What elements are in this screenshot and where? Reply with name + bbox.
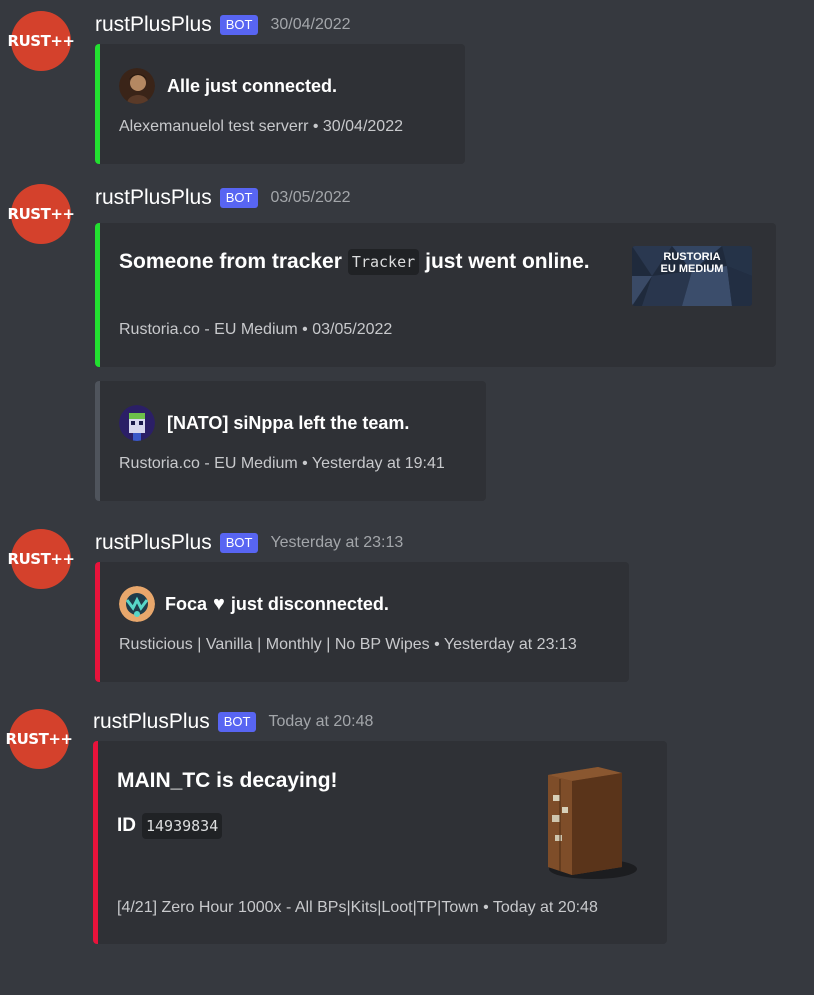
avatar-label: RUST++ [7, 205, 75, 223]
username[interactable]: rustPlusPlus [95, 186, 212, 210]
embed-footer: Rustoria.co - EU Medium • 03/05/2022 [119, 321, 393, 338]
tool-cupboard-thumbnail[interactable] [538, 763, 638, 883]
embed-author: Foca ♥ just disconnected. [119, 586, 389, 622]
embed: MAIN_TC is decaying! ID 14939834 [4/21] … [93, 741, 667, 944]
embed-footer: Rustoria.co - EU Medium • Yesterday at 1… [119, 455, 445, 472]
username[interactable]: rustPlusPlus [95, 531, 212, 555]
embed: Foca ♥ just disconnected. Rusticious | V… [95, 562, 629, 682]
avatar-label: RUST++ [7, 32, 75, 50]
timestamp[interactable]: Today at 20:48 [268, 713, 373, 731]
embed-footer: Alexemanuelol test serverr • 30/04/2022 [119, 118, 403, 135]
timestamp[interactable]: 30/04/2022 [270, 16, 350, 34]
author-name-prefix: Foca [165, 593, 208, 614]
message-header: rustPlusPlus BOT 03/05/2022 [95, 186, 351, 210]
bot-tag: BOT [219, 533, 259, 553]
embed-author-name: Alle just connected. [167, 75, 338, 96]
server-thumbnail[interactable]: RUSTORIA EU MEDIUM [632, 246, 752, 306]
message-header: rustPlusPlus BOT Yesterday at 23:13 [95, 531, 403, 555]
bot-tag: BOT [217, 712, 257, 732]
embed-footer: [4/21] Zero Hour 1000x - All BPs|Kits|Lo… [117, 899, 598, 916]
author-avatar-icon [119, 405, 155, 441]
bot-tag: BOT [219, 188, 259, 208]
bot-avatar[interactable]: RUST++ [8, 11, 75, 71]
bot-tag: BOT [219, 15, 259, 35]
author-avatar-icon [119, 68, 155, 104]
embed-field-name: ID [117, 815, 136, 836]
message-header: rustPlusPlus BOT 30/04/2022 [95, 13, 351, 37]
message-header: rustPlusPlus BOT Today at 20:48 [93, 710, 373, 734]
embed: Alle just connected. Alexemanuelol test … [95, 44, 465, 164]
username[interactable]: rustPlusPlus [95, 13, 212, 37]
embed-author-name: [NATO] siNppa left the team. [167, 412, 410, 433]
bot-avatar[interactable]: RUST++ [6, 709, 73, 769]
bot-avatar[interactable]: RUST++ [8, 529, 75, 589]
embed: [NATO] siNppa left the team. Rustoria.co… [95, 381, 486, 501]
embed-field: ID 14939834 [117, 813, 223, 839]
embed-title-prefix: Someone from tracker [119, 250, 342, 273]
timestamp[interactable]: Yesterday at 23:13 [270, 534, 403, 552]
thumbnail-line-1: RUSTORIA [663, 251, 720, 263]
author-avatar-icon [119, 586, 155, 622]
embed-title-code: Tracker [347, 249, 420, 275]
embed-title: MAIN_TC is decaying! [117, 769, 338, 792]
avatar-label: RUST++ [7, 550, 75, 568]
thumbnail-line-2: EU MEDIUM [661, 263, 724, 275]
embed-author-name: Foca ♥ just disconnected. [165, 593, 389, 616]
embed: Someone from tracker Tracker just went o… [95, 223, 776, 367]
username[interactable]: rustPlusPlus [93, 710, 210, 734]
timestamp[interactable]: 03/05/2022 [270, 189, 350, 207]
heart-icon: ♥ [213, 592, 225, 615]
avatar-label: RUST++ [5, 730, 73, 748]
embed-title: Someone from tracker Tracker just went o… [119, 249, 590, 275]
embed-author: [NATO] siNppa left the team. [119, 405, 409, 441]
author-name-suffix: just disconnected. [230, 593, 389, 614]
embed-field-value: 14939834 [142, 813, 223, 839]
embed-author: Alle just connected. [119, 68, 337, 104]
embed-footer: Rusticious | Vanilla | Monthly | No BP W… [119, 636, 577, 653]
embed-title-suffix: just went online. [425, 250, 590, 273]
bot-avatar[interactable]: RUST++ [8, 184, 75, 244]
